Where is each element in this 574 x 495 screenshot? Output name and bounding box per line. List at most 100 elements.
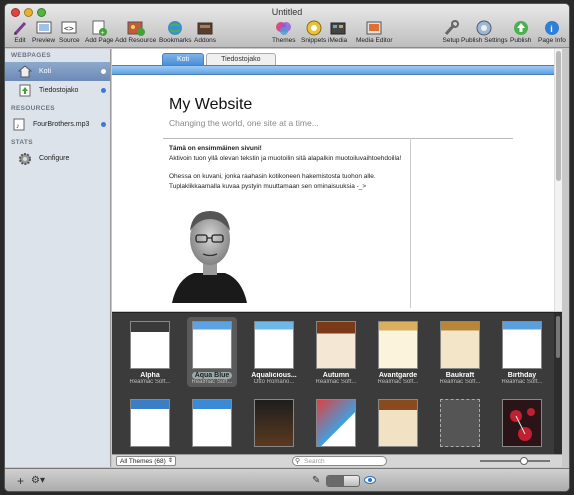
setup-label: Setup [442, 37, 460, 44]
add-icon[interactable]: + [17, 474, 24, 488]
page-body[interactable]: Tämä on ensimmäinen sivuni! Aktivoin tuo… [169, 144, 404, 200]
theme-name: Birthday [507, 372, 537, 379]
addons-box-icon [196, 19, 214, 36]
source-button[interactable]: <> Source [59, 19, 80, 44]
publish-label: Publish [510, 37, 532, 44]
snippets-icon [305, 19, 323, 36]
theme-thumbnail-row2[interactable] [245, 399, 303, 447]
pencil-icon [11, 19, 29, 36]
theme-thumbnail [130, 321, 170, 369]
edit-label: Edit [14, 37, 26, 44]
tab-tiedostojako[interactable]: Tiedostojako [206, 53, 276, 65]
theme-thumbnail-row2[interactable] [369, 399, 427, 447]
theme-thumbnail [378, 321, 418, 369]
theme-avantgarde[interactable]: Avantgarde Realmac Soft... [369, 321, 427, 385]
page-info-button[interactable]: i Page Info [538, 19, 566, 44]
app-window: Untitled Edit Preview <> Source + Add Pa… [4, 3, 570, 492]
theme-name: Aqualicious... [251, 372, 297, 379]
media-editor-button[interactable]: Media Editor [356, 19, 393, 44]
slider-knob[interactable] [520, 457, 528, 465]
setup-button[interactable]: Setup [442, 19, 460, 44]
add-page-button[interactable]: + Add Page [85, 19, 114, 44]
themes-button[interactable]: Themes [272, 19, 295, 44]
themes-icon [275, 19, 293, 36]
themes-search-input[interactable]: ⚲ Search [292, 456, 387, 466]
portrait-photo[interactable] [172, 201, 247, 303]
theme-author: Realmac Soft... [501, 379, 543, 385]
theme-name-text: Aqua Blue [191, 372, 233, 379]
stats-item-configure[interactable]: Configure [5, 149, 110, 168]
theme-thumbnail [192, 399, 232, 447]
gear-menu-icon[interactable]: ⚙▾ [31, 475, 45, 486]
body-paragraph: Aktivoin tuon yllä olevan tekstin ja muo… [169, 154, 402, 162]
edit-button[interactable]: Edit [11, 19, 29, 44]
sidebar-item-tiedostojako[interactable]: Tiedostojako [5, 81, 110, 100]
theme-author: Realmac Soft... [191, 379, 233, 385]
pencil-mode-icon[interactable]: ✎ [312, 475, 320, 486]
theme-thumbnail-row2[interactable] [121, 399, 179, 447]
info-icon: i [543, 19, 561, 36]
page-preview[interactable]: Koti Tiedostojako My Website Changing th… [112, 49, 562, 311]
theme-thumbnail-row2[interactable] [431, 399, 489, 447]
themes-filter-select[interactable]: All Themes (68) [116, 456, 176, 466]
publish-icon [512, 19, 530, 36]
theme-thumbnail [378, 399, 418, 447]
theme-aqualicious[interactable]: Aqualicious... Otto Romano... [245, 321, 303, 385]
eye-icon[interactable] [364, 474, 376, 488]
imedia-button[interactable]: iMedia [328, 19, 347, 44]
theme-baukraft[interactable]: Baukraft Realmac Soft... [431, 321, 489, 385]
thumbnail-size-slider[interactable] [480, 457, 550, 465]
add-resource-icon [127, 19, 145, 36]
theme-artwork [510, 408, 535, 441]
snippets-button[interactable]: Snippets [301, 19, 326, 44]
theme-name: Autumn [322, 372, 350, 379]
publish-button[interactable]: Publish [510, 19, 531, 44]
site-title[interactable]: My Website [169, 96, 252, 114]
tab-koti[interactable]: Koti [162, 53, 205, 65]
svg-text:♪: ♪ [16, 123, 20, 130]
themes-scrollbar[interactable] [554, 313, 562, 467]
edit-preview-toggle[interactable] [326, 475, 360, 487]
themes-scrollbar-thumb[interactable] [556, 316, 560, 358]
theme-thumbnail-row2[interactable] [183, 399, 241, 447]
home-page-icon [17, 65, 33, 79]
wrench-icon [442, 19, 460, 36]
body-paragraph: Ohessa on kuvani, jonka raahasin kotikon… [169, 173, 376, 190]
window-title: Untitled [271, 7, 303, 17]
resource-item-fourbrothers[interactable]: ♪ FourBrothers.mp3 [5, 115, 110, 134]
theme-aqua-blue[interactable]: Aqua Blue Realmac Soft... [183, 317, 241, 387]
theme-thumbnail [316, 399, 356, 447]
add-page-label: Add Page [85, 37, 114, 44]
theme-autumn[interactable]: Autumn Realmac Soft... [307, 321, 365, 385]
preview-icon [35, 19, 53, 36]
theme-birthday[interactable]: Birthday Realmac Soft... [493, 321, 551, 385]
media-editor-label: Media Editor [356, 37, 393, 44]
bookmarks-button[interactable]: Bookmarks [159, 19, 192, 44]
file-sharing-page-icon [17, 84, 33, 98]
theme-thumbnail [440, 321, 480, 369]
preview-label: Preview [32, 37, 56, 44]
add-resource-label: Add Resource [115, 37, 157, 44]
search-placeholder: Search [304, 458, 325, 465]
source-label: Source [59, 37, 80, 44]
addons-button[interactable]: Addons [194, 19, 216, 44]
preview-button[interactable]: Preview [32, 19, 55, 44]
source-code-icon: <> [60, 19, 78, 36]
svg-text:<>: <> [64, 24, 74, 33]
sidebar-item-label: Tiedostojako [39, 87, 79, 94]
theme-alpha[interactable]: Alpha Realmac Soft... [121, 321, 179, 385]
preview-scrollbar[interactable] [554, 49, 562, 311]
theme-thumbnail-row2[interactable] [493, 399, 551, 447]
site-tagline[interactable]: Changing the world, one site at a time..… [169, 118, 319, 128]
status-dot [101, 122, 106, 127]
page-info-label: Page Info [538, 37, 566, 44]
add-page-icon: + [90, 19, 108, 36]
sidebar-item-koti[interactable]: Koti [5, 62, 110, 81]
add-resource-button[interactable]: Add Resource [115, 19, 156, 44]
stats-header: STATS [11, 139, 33, 146]
theme-thumbnail-row2[interactable] [307, 399, 365, 447]
publish-settings-button[interactable]: Publish Settings [461, 19, 508, 44]
themes-browser: Alpha Realmac Soft... Aqua Blue Realmac … [112, 312, 562, 467]
theme-name: Baukraft [445, 372, 475, 379]
preview-scrollbar-thumb[interactable] [556, 51, 561, 181]
